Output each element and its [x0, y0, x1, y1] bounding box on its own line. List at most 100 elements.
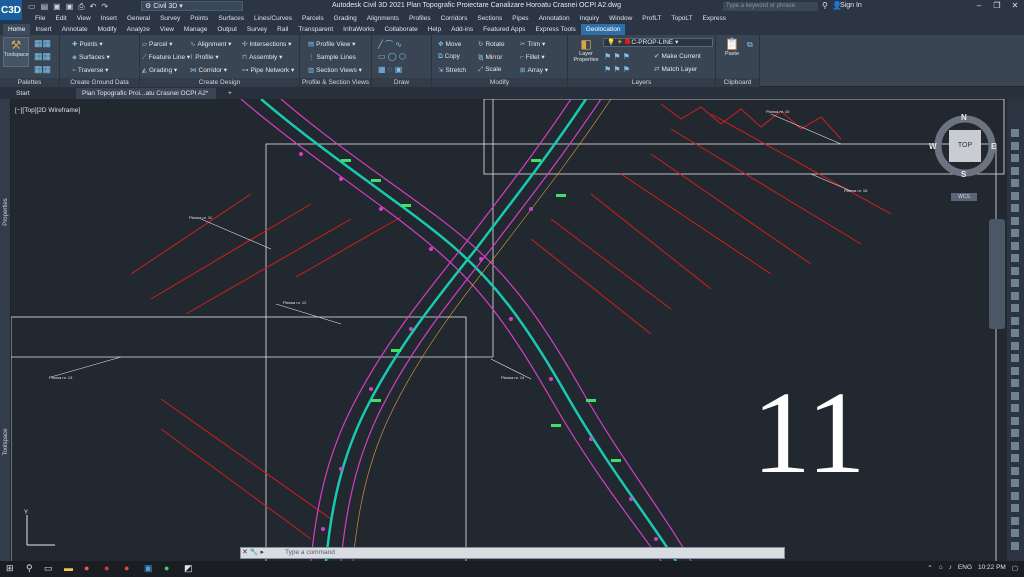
- copy-button[interactable]: ⧉ Copy: [438, 53, 460, 61]
- menu-item-profiles[interactable]: Profiles: [404, 13, 436, 24]
- menu-item-general[interactable]: General: [122, 13, 155, 24]
- new-tab-button[interactable]: +: [222, 88, 238, 99]
- intersections-button[interactable]: ✣ Intersections ▾: [242, 40, 291, 48]
- palette-icon[interactable]: ▦▦: [34, 64, 51, 75]
- menu-item-window[interactable]: Window: [604, 13, 637, 24]
- match-layer-button[interactable]: ⇄ Match Layer: [654, 65, 697, 73]
- toolbar-tool-icon[interactable]: [1011, 179, 1019, 187]
- close-command-icon[interactable]: ✕: [242, 549, 248, 556]
- fillet-button[interactable]: ⌐ Fillet ▾: [520, 53, 545, 61]
- profile-button[interactable]: ⌇ Profile ▾: [190, 53, 219, 61]
- alignment-button[interactable]: ∿ Alignment ▾: [190, 40, 231, 48]
- toolbar-tool-icon[interactable]: [1011, 516, 1019, 525]
- toolbar-tool-icon[interactable]: [1011, 404, 1019, 412]
- tab-manage[interactable]: Manage: [179, 24, 213, 35]
- tab-insert[interactable]: Insert: [30, 24, 56, 35]
- new-icon[interactable]: ▭: [28, 2, 36, 11]
- toolbar-tool-icon[interactable]: [1011, 241, 1019, 250]
- menu-item-file[interactable]: File: [30, 13, 50, 24]
- rotate-button[interactable]: ↻ Rotate: [478, 40, 505, 48]
- toolbar-tool-icon[interactable]: [1011, 141, 1019, 150]
- toolbar-tool-icon[interactable]: [1011, 204, 1019, 212]
- tab-add-ins[interactable]: Add-ins: [446, 24, 478, 35]
- toolbar-tool-icon[interactable]: [1011, 191, 1019, 200]
- tab-analyze[interactable]: Analyze: [122, 24, 155, 35]
- menu-item-edit[interactable]: Edit: [50, 13, 71, 24]
- menu-item-express[interactable]: Express: [698, 13, 731, 24]
- layer-dropdown[interactable]: 💡 ☀ C-PROP-LINE ▾: [603, 38, 713, 47]
- tab-rail[interactable]: Rail: [272, 24, 293, 35]
- undo-icon[interactable]: ↶: [90, 2, 97, 11]
- surfaces-button[interactable]: ◈ Surfaces ▾: [72, 53, 110, 61]
- toolspace-palette-tab[interactable]: Toolspace: [3, 422, 9, 462]
- menu-item-sections[interactable]: Sections: [472, 13, 507, 24]
- task-view-icon[interactable]: ▭: [44, 563, 53, 574]
- search-input[interactable]: Type a keyword or phrase: [723, 2, 818, 11]
- tab-modify[interactable]: Modify: [93, 24, 122, 35]
- navigation-bar[interactable]: [989, 219, 1005, 329]
- tab-geolocation[interactable]: Geolocation: [580, 24, 626, 35]
- palette-icon[interactable]: ▦▦: [34, 51, 51, 62]
- hatch-tool-icon[interactable]: ▦ ◌ ▣: [378, 65, 402, 74]
- stretch-button[interactable]: ⇲ Stretch: [438, 66, 466, 74]
- toolbar-tool-icon[interactable]: [1011, 216, 1019, 225]
- print-icon[interactable]: ⎙: [78, 2, 84, 12]
- toolbar-tool-icon[interactable]: [1011, 341, 1019, 350]
- menu-item-pipes[interactable]: Pipes: [507, 13, 533, 24]
- toolbar-tool-icon[interactable]: [1011, 254, 1019, 262]
- app-icon[interactable]: ●: [164, 563, 169, 573]
- menu-item-corridors[interactable]: Corridors: [436, 13, 473, 24]
- toolbar-tool-icon[interactable]: [1011, 541, 1019, 550]
- tab-infraworks[interactable]: InfraWorks: [338, 24, 379, 35]
- volume-icon[interactable]: ♪: [949, 564, 952, 572]
- layer-properties-button[interactable]: ◧ Layer Properties: [572, 37, 600, 73]
- toolbar-tool-icon[interactable]: [1011, 479, 1019, 487]
- move-button[interactable]: ✥ Move: [438, 40, 461, 48]
- toolbar-tool-icon[interactable]: [1011, 129, 1019, 137]
- app-icon[interactable]: ●: [124, 563, 129, 573]
- tab-view[interactable]: View: [155, 24, 179, 35]
- command-input[interactable]: Type a command: [240, 547, 785, 559]
- scale-button[interactable]: ⤢ Scale: [478, 66, 501, 74]
- toolbar-tool-icon[interactable]: [1011, 166, 1019, 175]
- viewcube-north[interactable]: N: [961, 113, 967, 122]
- toolbar-tool-icon[interactable]: [1011, 504, 1019, 512]
- parcel-button[interactable]: ▱ Parcel ▾: [142, 40, 173, 48]
- clock[interactable]: 10:22 PM: [978, 564, 1006, 572]
- toolbar-tool-icon[interactable]: [1011, 416, 1019, 425]
- tab-featured-apps[interactable]: Featured Apps: [478, 24, 530, 35]
- viewcube-south[interactable]: S: [961, 170, 966, 179]
- toolbar-tool-icon[interactable]: [1011, 266, 1019, 275]
- toolbar-tool-icon[interactable]: [1011, 366, 1019, 375]
- network-icon[interactable]: ⌂: [939, 564, 943, 572]
- viewcube-east[interactable]: E: [991, 142, 996, 151]
- menu-item-alignments[interactable]: Alignments: [362, 13, 404, 24]
- toolbar-tool-icon[interactable]: [1011, 354, 1019, 362]
- mirror-button[interactable]: ⧎ Mirror: [478, 53, 502, 61]
- toolbar-tool-icon[interactable]: [1011, 491, 1019, 500]
- file-explorer-icon[interactable]: ▬: [64, 563, 73, 573]
- viewcube[interactable]: TOP N S E W: [929, 113, 998, 179]
- toolbar-tool-icon[interactable]: [1011, 304, 1019, 312]
- feature-line-button[interactable]: ⟋ Feature Line ▾: [142, 53, 190, 62]
- app-logo[interactable]: C3D: [0, 0, 22, 22]
- tab-output[interactable]: Output: [212, 24, 242, 35]
- toolbar-tool-icon[interactable]: [1011, 279, 1019, 287]
- tab-collaborate[interactable]: Collaborate: [379, 24, 422, 35]
- maximize-icon[interactable]: ❐: [988, 0, 1006, 12]
- tab-drawing[interactable]: Plan Topografic Proi...atu Crasnei OCPI …: [76, 88, 216, 108]
- paste-button[interactable]: 📋 Paste: [720, 37, 744, 73]
- menu-item-survey[interactable]: Survey: [155, 13, 185, 24]
- toolbar-tool-icon[interactable]: [1011, 316, 1019, 325]
- palette-icon[interactable]: ▦▦: [34, 38, 51, 49]
- properties-palette-tab[interactable]: Properties: [3, 192, 9, 232]
- toolbar-tool-icon[interactable]: [1011, 529, 1019, 537]
- language-indicator[interactable]: ENG: [958, 564, 972, 572]
- toolbar-tool-icon[interactable]: [1011, 379, 1019, 387]
- pipe-network-button[interactable]: ⊶ Pipe Network ▾: [242, 66, 294, 74]
- circle-tool-icon[interactable]: ▭ ◯ ⬡: [378, 52, 406, 61]
- viewcube-west[interactable]: W: [929, 142, 937, 151]
- array-button[interactable]: ⊞ Array ▾: [520, 66, 548, 74]
- open-icon[interactable]: ▤: [41, 2, 49, 11]
- trim-button[interactable]: ✂ Trim ▾: [520, 40, 545, 48]
